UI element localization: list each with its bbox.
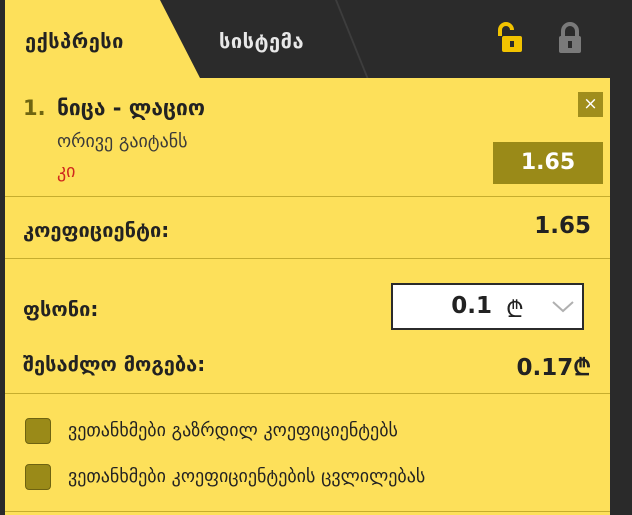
- locked-icon[interactable]: [556, 22, 584, 54]
- accept-increased-odds-checkbox[interactable]: [25, 418, 51, 444]
- bet-odd: 1.65: [493, 142, 603, 184]
- tab-divider: [335, 0, 369, 78]
- betslip-panel: ექსპრესი სისტემა 1. ნიცა - ლაციო ორივე გ…: [5, 0, 610, 515]
- bet-market: ორივე გაიტანს: [57, 131, 188, 152]
- possible-win-label: შესაძლო მოგება:: [23, 352, 206, 376]
- coefficient-value: 1.65: [534, 213, 591, 239]
- bet-match-title: ნიცა - ლაციო: [57, 96, 205, 120]
- divider: [5, 511, 610, 512]
- tab-system[interactable]: სისტემა: [219, 29, 304, 53]
- tab-express-label: ექსპრესი: [25, 29, 124, 53]
- stake-input[interactable]: 0.1 ₾: [391, 283, 584, 330]
- betslip-tabs: ექსპრესი სისტემა: [5, 0, 610, 78]
- accept-increased-odds-label: ვეთანხმები გაზრდილ კოეფიციენტებს: [68, 420, 398, 441]
- bet-number: 1.: [23, 96, 46, 120]
- divider: [5, 196, 610, 197]
- remove-bet-button[interactable]: ×: [578, 92, 603, 117]
- lari-icon: ₾: [506, 297, 524, 323]
- divider: [5, 393, 610, 394]
- stake-value: 0.1: [451, 293, 492, 319]
- tab-express[interactable]: ექსპრესი: [5, 0, 200, 78]
- bet-item: 1. ნიცა - ლაციო ორივე გაიტანს კი × 1.65: [5, 78, 610, 196]
- accept-odds-change-checkbox[interactable]: [25, 464, 51, 490]
- accept-odds-change-label: ვეთანხმები კოეფიციენტების ცვლილებას: [68, 466, 426, 487]
- stake-label: ფსონი:: [23, 297, 99, 321]
- unlocked-icon[interactable]: [490, 22, 526, 54]
- bet-pick: კი: [57, 161, 76, 182]
- chevron-down-icon[interactable]: [551, 300, 575, 314]
- coefficient-label: კოეფიციენტი:: [23, 218, 170, 242]
- divider: [5, 258, 610, 259]
- possible-win-value: 0.17₾: [516, 355, 591, 381]
